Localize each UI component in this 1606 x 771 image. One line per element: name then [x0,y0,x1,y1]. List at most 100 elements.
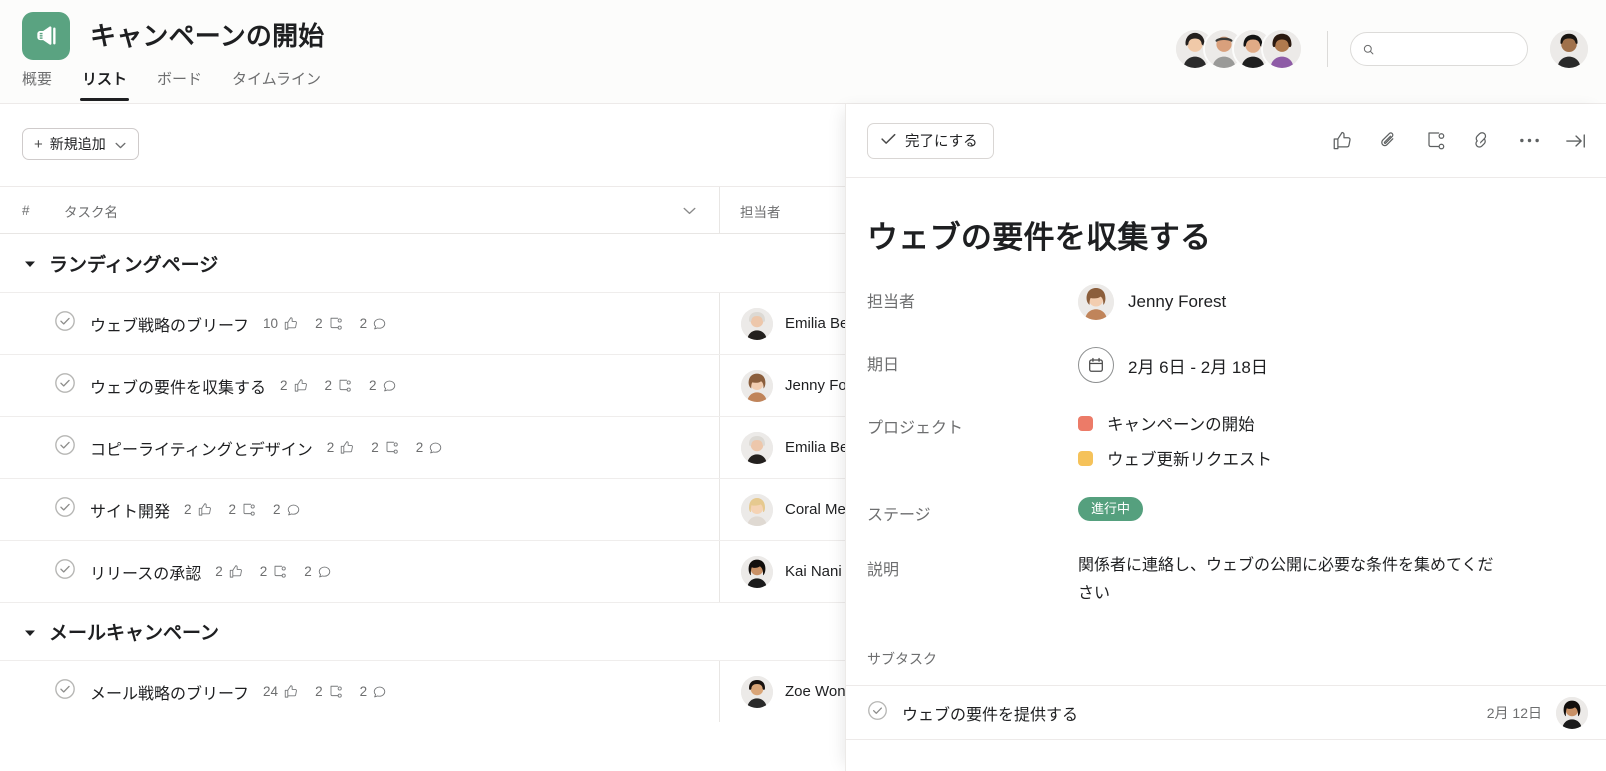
list-item[interactable]: ウェブの要件を提供する 2月 12日 [846,685,1606,739]
panel-toolbar: 完了にする [846,104,1606,178]
subtask-count[interactable]: 2 [315,316,343,331]
thumbs-up-icon [198,503,211,516]
subtask-count[interactable]: 2 [371,440,399,455]
subtask-icon [330,685,342,698]
comment-icon [373,686,386,698]
subtask-count[interactable]: 2 [229,502,257,517]
task-meta: 2 2 2 [184,502,301,517]
thumbs-up-icon [294,379,307,392]
megaphone-icon [22,12,70,60]
like-count-value: 24 [263,684,279,699]
complete-check-icon[interactable] [867,700,888,726]
subtask-icon [274,565,286,578]
chevron-down-icon[interactable] [683,203,696,218]
project-color-dot [1078,450,1093,466]
field-value-assignee[interactable]: Jenny Forest [1078,284,1226,320]
task-detail-title: ウェブの要件を収集する [867,220,1212,255]
comment-count[interactable]: 2 [273,502,301,517]
calendar-icon [1078,347,1114,383]
field-label-due-date: 期日 [867,357,900,374]
thumbs-up-icon [341,441,354,454]
avatar [741,675,773,708]
assignee-name: Jenny Fo [785,377,847,394]
add-new-button[interactable]: + 新規追加 [22,128,139,160]
collapse-right-icon[interactable] [1564,129,1588,153]
like-count[interactable]: 2 [280,378,308,393]
complete-check-icon[interactable] [54,372,76,399]
tab-overview[interactable]: 概要 [20,68,54,101]
like-count[interactable]: 10 [263,316,298,331]
subtask-count[interactable]: 2 [325,378,353,393]
like-count[interactable]: 2 [327,440,355,455]
task-main: サイト開発 2 2 2 [0,496,718,523]
comment-count[interactable]: 2 [416,440,444,455]
link-icon[interactable] [1470,129,1494,153]
subtask-icon[interactable] [1423,129,1447,153]
like-count[interactable]: 2 [215,564,243,579]
avatar[interactable] [1263,30,1301,68]
comment-icon [373,318,386,330]
subtask-count-value: 2 [259,564,268,579]
tab-list[interactable]: リスト [80,68,130,101]
thumbs-up-icon [284,685,297,698]
due-date-value: 2月 6日 - 2月 18日 [1128,357,1268,377]
task-name: コピーライティングとデザイン [90,441,313,459]
field-value-projects: キャンペーンの開始 ウェブ更新リクエスト [1078,410,1272,470]
task-name: サイト開発 [90,503,171,521]
field-value-description[interactable]: 関係者に連絡し、ウェブの公開に必要な条件を集めてください [1078,552,1503,607]
field-label-assignee: 担当者 [867,294,916,311]
subtask-count-value: 2 [315,316,323,331]
tab-board[interactable]: ボード [155,68,204,101]
list-item[interactable]: ウェブ更新リクエスト [1078,446,1272,470]
assignee-name: Jenny Forest [1128,292,1227,311]
like-count[interactable]: 2 [184,502,212,517]
complete-check-icon[interactable] [54,678,76,705]
task-meta: 2 2 2 [215,564,332,579]
avatar [741,369,773,402]
avatar[interactable] [1556,696,1588,729]
column-header-task-name[interactable]: タスク名 [64,187,718,234]
subtask-icon [330,317,342,330]
comment-count[interactable]: 2 [304,564,332,579]
column-header-assignee: 担当者 [740,204,781,220]
like-count[interactable]: 24 [263,684,298,699]
comment-count[interactable]: 2 [360,316,388,331]
subtask-icon [386,441,398,454]
field-value-due-date[interactable]: 2月 6日 - 2月 18日 [1078,347,1268,383]
mark-complete-button[interactable]: 完了にする [867,122,994,159]
subtask-section-label: サブタスク [867,651,937,668]
status-badge: 進行中 [1078,497,1144,521]
more-horizontal-icon[interactable] [1517,129,1541,153]
paperclip-icon[interactable] [1376,129,1400,153]
subtask-count[interactable]: 2 [315,684,343,699]
member-avatar-stack[interactable] [1176,30,1301,68]
triangle-down-icon[interactable] [24,252,36,274]
like-count-value: 10 [263,316,279,331]
field-stage: ステージ 進行中 [846,497,1606,525]
current-user-avatar[interactable] [1550,30,1588,68]
project-list: キャンペーンの開始 ウェブ更新リクエスト [1078,410,1272,470]
comment-count[interactable]: 2 [369,378,397,393]
comment-count[interactable]: 2 [360,684,388,699]
subtask-count[interactable]: 2 [260,564,288,579]
comment-count-value: 2 [369,378,377,393]
search-input[interactable] [1383,41,1515,57]
complete-check-icon[interactable] [54,496,76,523]
subtask-name: ウェブの要件を提供する [902,706,1079,724]
triangle-down-icon[interactable] [24,621,36,643]
thumbs-up-icon [229,565,242,578]
field-value-stage[interactable]: 進行中 [1078,497,1144,521]
description-text: 関係者に連絡し、ウェブの公開に必要な条件を集めてください [1078,557,1494,602]
complete-check-icon[interactable] [54,434,76,461]
project-name: ウェブ更新リクエスト [1107,451,1272,469]
add-new-label: 新規追加 [49,136,106,152]
subtask-count-value: 2 [371,440,379,455]
list-item[interactable]: キャンペーンの開始 [1078,411,1272,435]
complete-check-icon[interactable] [54,310,76,337]
plus-icon: + [34,135,43,153]
thumbs-up-icon[interactable] [1329,129,1353,153]
search-box[interactable] [1350,32,1528,66]
subtask-count-value: 2 [315,684,323,699]
complete-check-icon[interactable] [54,558,76,585]
tab-timeline[interactable]: タイムライン [230,68,323,101]
